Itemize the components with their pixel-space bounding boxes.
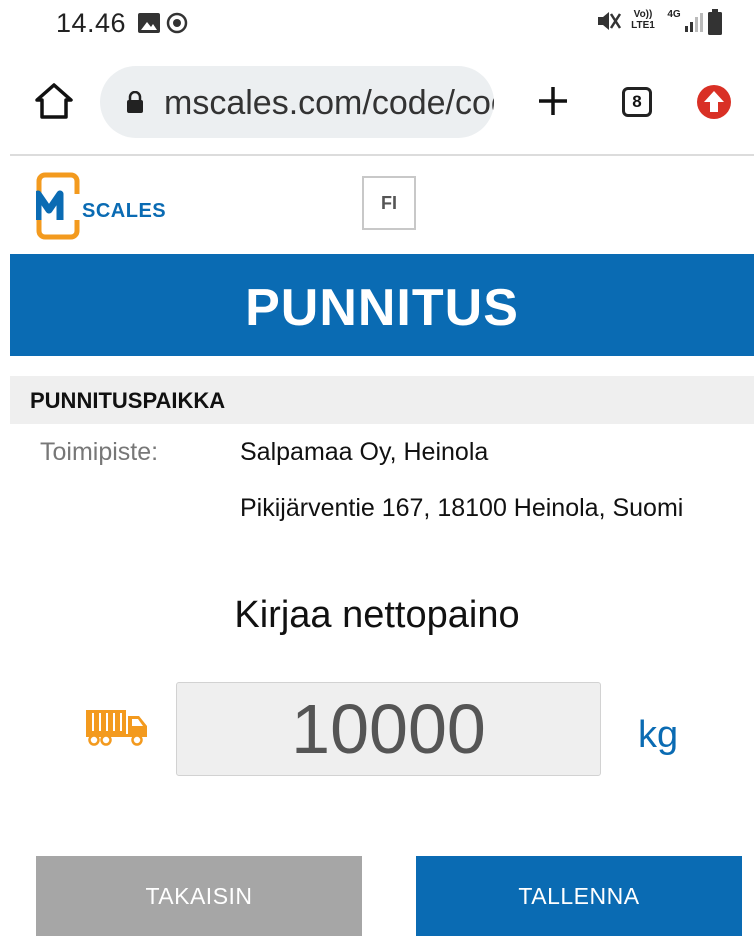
browser-toolbar: mscales.com/code/code 8: [0, 62, 754, 152]
update-icon[interactable]: [696, 84, 732, 125]
url-text: mscales.com/code/code: [164, 84, 494, 122]
tabs-counter[interactable]: 8: [622, 87, 652, 117]
site-address: Pikijärventie 167, 18100 Heinola, Suomi: [240, 494, 684, 522]
page-title: PUNNITUS: [245, 279, 519, 337]
mute-icon: [596, 10, 622, 37]
status-bar: 14.46 Vo)) LTE1 4G: [0, 0, 754, 48]
back-button[interactable]: TAKAISIN: [36, 856, 362, 936]
address-bar[interactable]: mscales.com/code/code: [100, 66, 494, 138]
weight-unit: kg: [638, 714, 679, 756]
section-header: PUNNITUSPAIKKA: [10, 376, 754, 424]
truck-icon: [84, 708, 150, 751]
status-time: 14.46: [56, 8, 127, 38]
toolbar-divider: [10, 154, 754, 156]
network-type: 4G: [667, 9, 681, 20]
site-label: Toimipiste:: [40, 438, 159, 466]
section-heading: PUNNITUSPAIKKA: [30, 388, 226, 413]
title-banner: PUNNITUS: [10, 254, 754, 356]
logo-text: SCALES: [82, 200, 167, 222]
language-selector[interactable]: FI: [362, 176, 416, 230]
weight-prompt: Kirjaa nettopaino: [234, 594, 520, 636]
gallery-icon: [138, 13, 160, 38]
net-weight-input[interactable]: [176, 682, 601, 776]
screen-record-icon: [166, 12, 188, 39]
mscales-logo[interactable]: SCALES: [36, 172, 196, 240]
new-tab-icon[interactable]: [536, 84, 570, 123]
home-icon[interactable]: [34, 82, 74, 125]
battery-icon: [708, 9, 722, 40]
lock-icon: [126, 90, 144, 118]
signal-icon: [684, 12, 704, 37]
site-name: Salpamaa Oy, Heinola: [240, 438, 489, 466]
save-button[interactable]: TALLENNA: [416, 856, 742, 936]
volte-indicator: Vo)) LTE1: [631, 9, 655, 31]
